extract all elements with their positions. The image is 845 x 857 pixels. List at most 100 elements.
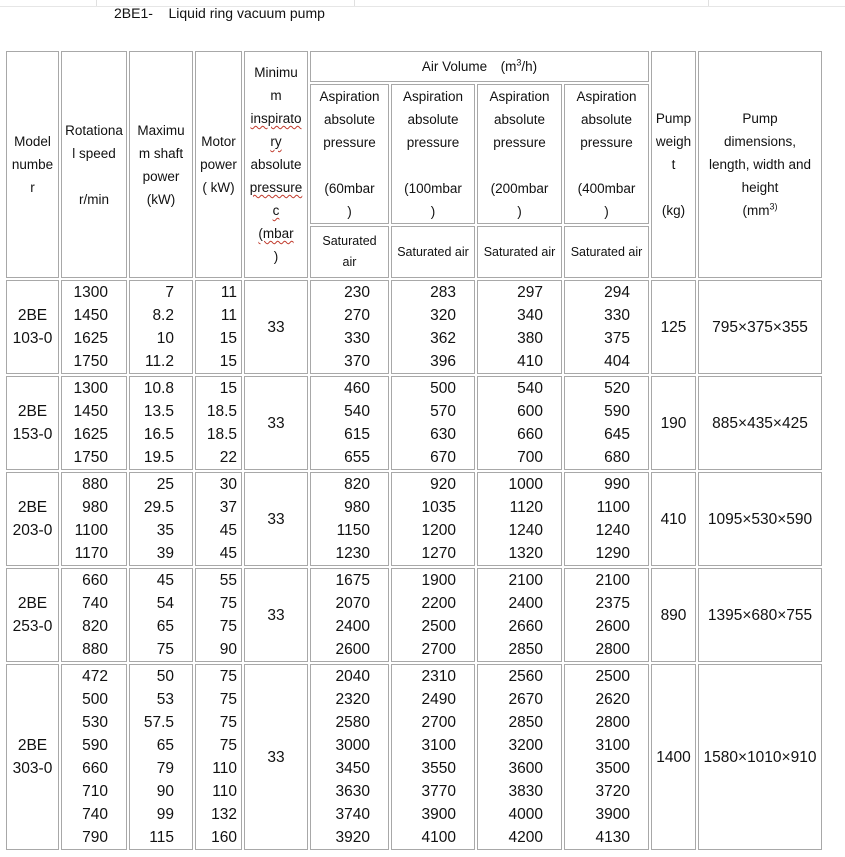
cell-value: 2560 (508, 668, 543, 685)
cell-value: 710 (82, 783, 108, 800)
air-volume-100-cell: 1900 2200 2500 2700 (391, 568, 475, 662)
cell-value: 3100 (595, 737, 630, 754)
min-pressure-cell: 33 (244, 472, 308, 566)
header-saturated-400: Saturated air (564, 226, 649, 278)
cell-value: 1035 (421, 499, 456, 516)
weight-cell: 1400 (651, 664, 696, 850)
header-line: pressure (406, 135, 460, 150)
speed-cell: 1300 1450 1625 1750 (61, 376, 127, 470)
cell-value: 3630 (335, 783, 370, 800)
cell-value: 2BE (17, 307, 48, 324)
cell-value: 13.5 (143, 403, 174, 420)
header-line: (kg) (661, 203, 686, 218)
dimensions-cell: 795×375×355 (698, 280, 822, 374)
cell-value: 2040 (335, 668, 370, 685)
air-volume-60-cell: 230 270 330 370 (310, 280, 389, 374)
cell-value: 2100 (595, 572, 630, 589)
cell-value: 10.8 (143, 380, 174, 397)
cell-value: 2070 (335, 595, 370, 612)
motor-power-cell: 15 18.5 18.5 22 (195, 376, 242, 470)
cell-value: 1270 (421, 545, 456, 562)
header-line: pressure (323, 135, 376, 150)
table-row: 2BE 203-0 880 980 1100 1170 25 29.5 35 39 30 37 45 45… (6, 472, 822, 566)
cell-value: 160 (211, 829, 237, 846)
cell-value: 3500 (595, 760, 630, 777)
cell-value: 115 (149, 829, 174, 846)
cell-value: 75 (156, 641, 174, 658)
header-dimensions: Pump dimensions, length, width and height (m… (698, 51, 822, 278)
air-volume-60-cell: 820 980 1150 1230 (310, 472, 389, 566)
cell-value: 303-0 (12, 760, 53, 777)
cell-value: 2500 (421, 618, 456, 635)
table-row: 2BE 253-0 660 740 820 880 45 54 65 75 55 75 75 90 33 16… (6, 568, 822, 662)
header-line: Aspiration (489, 89, 550, 104)
cell-value: 25 (156, 476, 174, 493)
cell-value: 3920 (335, 829, 370, 846)
cell-value: 1320 (508, 545, 543, 562)
cell-value: 590 (604, 403, 630, 420)
header-line: Aspiration (576, 89, 637, 104)
header-line (62, 165, 126, 188)
cell-value: 99 (156, 806, 174, 823)
cell-value: 660 (82, 760, 108, 777)
cell-value: 103-0 (12, 330, 53, 347)
cell-value: 2BE (17, 499, 48, 516)
cell-value: 980 (344, 499, 370, 516)
cell-value: 530 (82, 714, 108, 731)
cell-value: 270 (344, 307, 370, 324)
model-cell: 2BE 103-0 (6, 280, 59, 374)
cell-value: 340 (517, 307, 543, 324)
header-min-pressure: Minimu m inspirato ry absolute pressure c (mbar… (244, 51, 308, 278)
header-line: Aspiration (319, 89, 380, 104)
cell-value: 19.5 (143, 449, 174, 466)
header-aspiration-200: Aspiration absolute pressure (200mbar) (477, 84, 562, 224)
cell-value: 22 (219, 449, 237, 466)
cell-value: 2310 (421, 668, 456, 685)
shaft-power-cell: 50 53 57.5 65 79 90 99 115 (129, 664, 193, 850)
cell-value: 655 (344, 449, 370, 466)
header-aspiration-400: Aspiration absolute pressure (400mbar) (564, 84, 649, 224)
air-volume-200-cell: 540 600 660 700 (477, 376, 562, 470)
header-line: t (671, 157, 676, 172)
cell-value: 1290 (595, 545, 630, 562)
air-volume-60-cell: 460 540 615 655 (310, 376, 389, 470)
cell-value: 396 (430, 353, 456, 370)
cell-value: 590 (82, 737, 108, 754)
header-model: Model numbe r (6, 51, 59, 278)
cell-value: 18.5 (206, 426, 237, 443)
cell-value: 1120 (509, 499, 543, 516)
cell-value: 472 (82, 668, 108, 685)
cell-value: 75 (219, 737, 237, 754)
cell-value: 540 (344, 403, 370, 420)
shaft-power-cell: 25 29.5 35 39 (129, 472, 193, 566)
cell-value: 75 (219, 618, 237, 635)
cell-value: 1200 (421, 522, 456, 539)
cell-value: 2700 (421, 714, 456, 731)
header-line: (100mbar (404, 181, 462, 196)
cell-value: 55 (219, 572, 237, 589)
header-line: r (30, 180, 35, 195)
cell-value: 1100 (74, 522, 108, 539)
header-saturated-100: Saturated air (391, 226, 475, 278)
motor-power-cell: 55 75 75 90 (195, 568, 242, 662)
air-volume-400-cell: 520 590 645 680 (564, 376, 649, 470)
cell-value: 2BE (17, 737, 48, 754)
air-volume-200-cell: 2560 2670 2850 3200 3600 3830 4000 4200 (477, 664, 562, 850)
header-motor-power: Motor power ( kW) (195, 51, 242, 278)
cell-value: 410 (517, 353, 543, 370)
cell-value: 57.5 (143, 714, 174, 731)
cell-value: 16.5 (143, 426, 174, 443)
motor-power-cell: 30 37 45 45 (195, 472, 242, 566)
cell-value: 330 (604, 307, 630, 324)
cell-value: 1170 (74, 545, 108, 562)
cell-value: 600 (517, 403, 543, 420)
cell-value: 3550 (421, 760, 456, 777)
cell-value: 375 (604, 330, 630, 347)
air-volume-100-cell: 2310 2490 2700 3100 3550 3770 3900 4100 (391, 664, 475, 850)
header-line (652, 176, 695, 199)
weight-cell: 125 (651, 280, 696, 374)
air-volume-60-cell: 1675 2070 2400 2600 (310, 568, 389, 662)
cell-value: 50 (156, 668, 174, 685)
header-line: (200mbar (490, 181, 549, 196)
cell-value: 2200 (421, 595, 456, 612)
